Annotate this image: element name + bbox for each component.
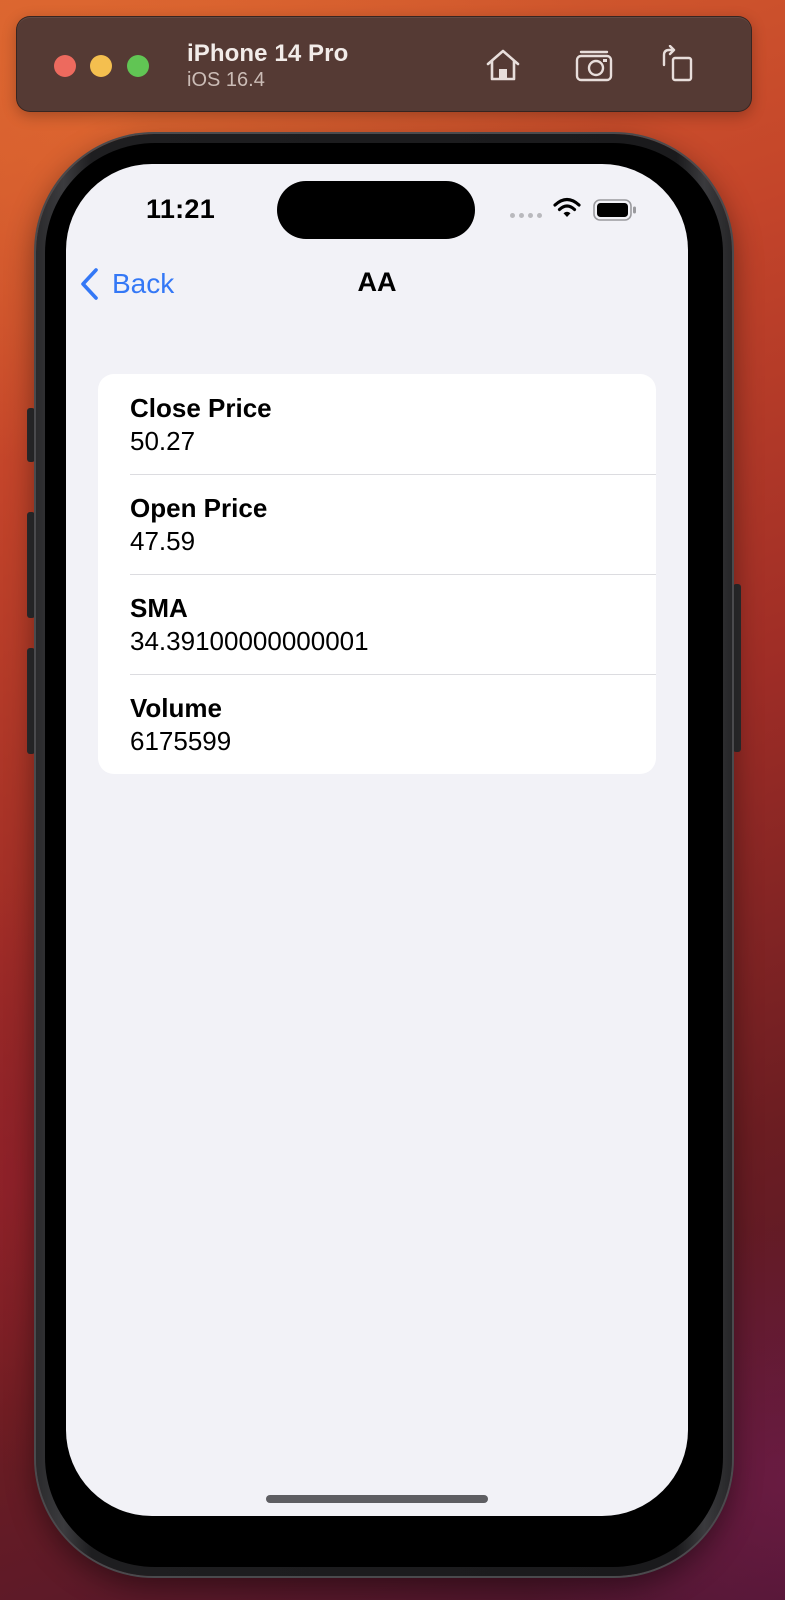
dynamic-island: [277, 181, 475, 239]
home-icon: [486, 49, 520, 81]
list-item-volume: Volume 6175599: [98, 674, 656, 774]
row-label: Open Price: [130, 493, 268, 523]
power-button: [733, 584, 741, 752]
details-list: Close Price 50.27 Open Price 47.59 SMA 3…: [98, 374, 656, 774]
os-version: iOS 16.4: [187, 69, 265, 91]
battery-icon: [593, 199, 636, 221]
screenshot-icon: [575, 50, 613, 82]
row-value: 50.27: [130, 426, 196, 456]
list-item-open-price: Open Price 47.59: [98, 474, 656, 574]
wifi-icon: [553, 197, 581, 217]
simulator-toolbar: iPhone 14 Pro iOS 16.4: [16, 16, 752, 112]
rotate-button[interactable]: [653, 43, 701, 87]
volume-up-button: [27, 512, 35, 618]
close-window-button[interactable]: [54, 55, 76, 77]
list-item-close-price: Close Price 50.27: [98, 374, 656, 474]
row-value: 47.59: [130, 526, 196, 556]
screenshot-button[interactable]: [571, 43, 619, 87]
list-item-sma: SMA 34.39100000000001: [98, 574, 656, 674]
minimize-window-button[interactable]: [90, 55, 112, 77]
silent-switch: [27, 408, 35, 462]
device-screen: 11:21 Back AA Close Price 50.27 Open Pri…: [66, 164, 688, 1516]
row-label: Volume: [130, 693, 222, 723]
status-time: 11:21: [146, 194, 216, 224]
volume-down-button: [27, 648, 35, 754]
row-value: 6175599: [130, 726, 232, 756]
row-label: Close Price: [130, 393, 272, 423]
home-indicator[interactable]: [266, 1495, 488, 1503]
rotate-icon: [662, 45, 693, 82]
cellular-signal-icon: [510, 213, 542, 218]
row-value: 34.39100000000001: [130, 626, 369, 656]
device-name: iPhone 14 Pro: [187, 40, 349, 67]
row-label: SMA: [130, 593, 188, 623]
nav-title: AA: [357, 267, 397, 297]
home-button[interactable]: [479, 43, 527, 87]
zoom-window-button[interactable]: [127, 55, 149, 77]
